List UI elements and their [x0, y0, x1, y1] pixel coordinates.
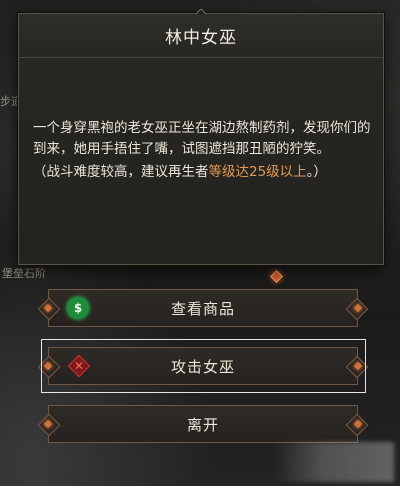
- event-dialog: 林中女巫 一个身穿黑袍的老女巫正坐在湖边熬制药剂，发现你们的到来，她用手捂住了嘴…: [18, 8, 384, 265]
- attack-witch-button[interactable]: ✕ 攻击女巫: [43, 347, 363, 385]
- option-label: 查看商品: [170, 299, 235, 318]
- dialog-title: 林中女巫: [165, 28, 237, 48]
- dialog-description: 一个身穿黑袍的老女巫正坐在湖边熬制药剂，发现你们的到来，她用手捂住了嘴，试图遮挡…: [33, 120, 371, 157]
- option-label: 攻击女巫: [170, 357, 235, 376]
- right-gem-ornament: [353, 361, 363, 371]
- option-label: 离开: [186, 415, 219, 434]
- left-gem-ornament: [43, 361, 53, 371]
- view-goods-button[interactable]: $ 查看商品: [43, 289, 363, 327]
- hint-suffix: 。）: [306, 164, 327, 180]
- right-gem-ornament: [353, 419, 363, 429]
- leave-button[interactable]: 离开: [43, 405, 363, 443]
- money-bag-icon: $: [67, 297, 89, 319]
- dialog-body: 一个身穿黑袍的老女巫正坐在湖边熬制药剂，发现你们的到来，她用手捂住了嘴，试图遮挡…: [33, 118, 373, 183]
- crossed-swords-icon: ✕: [67, 354, 91, 378]
- left-gem-ornament: [43, 303, 53, 313]
- map-label-left-mid: 堡垒石阶: [2, 267, 46, 280]
- right-gem-ornament: [353, 303, 363, 313]
- hint-prefix: （战斗难度较高，建议再生者: [33, 164, 209, 180]
- dialog-hint: （战斗难度较高，建议再生者等级达25级以上。）: [33, 162, 373, 183]
- left-gem-ornament: [43, 419, 53, 429]
- blurred-watermark: [274, 442, 394, 482]
- hint-highlight: 等级达25级以上: [208, 164, 307, 180]
- dialog-title-bar: 林中女巫: [19, 14, 383, 58]
